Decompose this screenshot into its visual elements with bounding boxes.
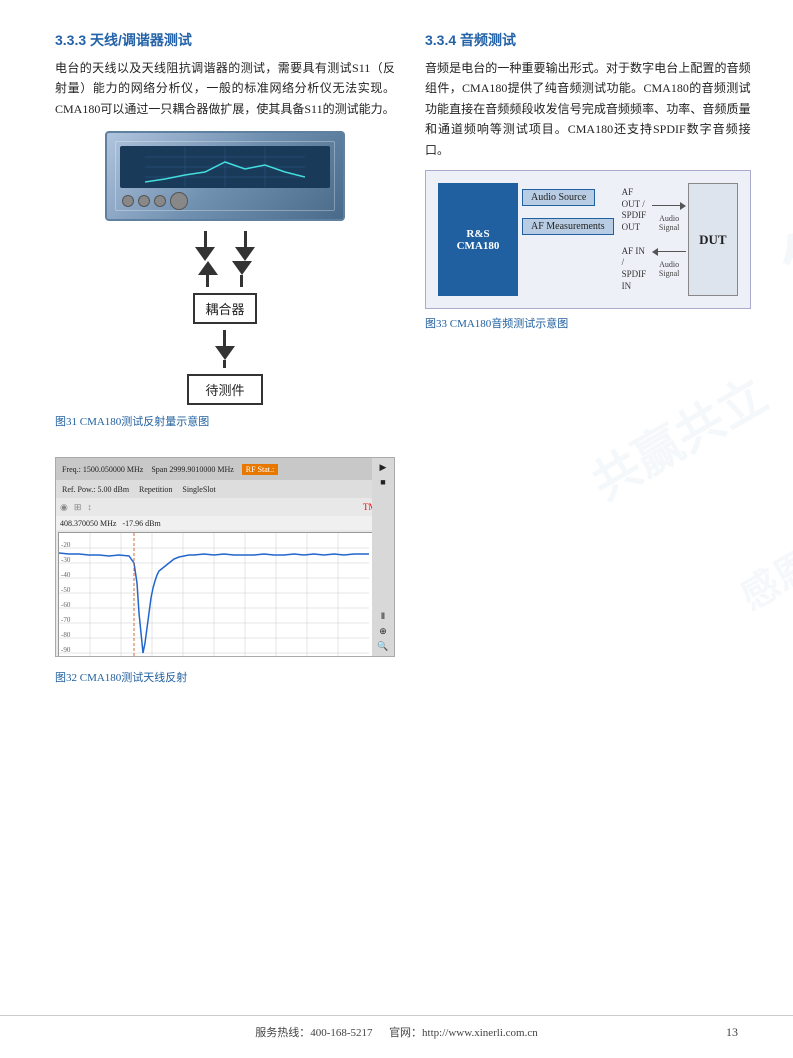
spectrum-analyzer-screenshot: Freq.: 1500.050000 MHz Span 2999.9010000… [55, 457, 395, 657]
dut-box: 待测件 [187, 374, 262, 405]
arrow-up-left [198, 261, 218, 275]
knob-4[interactable] [170, 192, 188, 210]
section-body-audio: 音频是电台的一种重要输出形式。对于数字电台上配置的音频组件，CMA180提供了纯… [425, 58, 751, 160]
arrow-head-down-2 [235, 247, 255, 261]
dut-label: 待测件 [205, 383, 244, 398]
coupler-box: 耦合器 [193, 293, 256, 324]
af-in-label: AF IN / SPDIF IN [622, 246, 647, 293]
freq-label: Freq.: 1500.050000 MHz [62, 465, 143, 474]
dut-right-box: DUT [688, 183, 737, 297]
svg-text:-40: -40 [61, 571, 71, 579]
spec-header: Freq.: 1500.050000 MHz Span 2999.9010000… [56, 458, 394, 480]
coupler-label: 耦合器 [205, 302, 244, 317]
page: 您 共赢共立 感恩 3.3.3 天线/调谐器测试 电台的天线以及天线阻抗调谐器的… [0, 0, 793, 1058]
audio-diagram: R&S CMA180 Audio Source AF Measurements [425, 170, 751, 310]
arrowhead-out [680, 202, 686, 210]
af-out-text: AF OUT / [622, 187, 647, 210]
spec-marker: 408.370050 MHz -17.96 dBm [56, 516, 394, 530]
coupler-to-dut-line [223, 330, 226, 346]
arrows-col: Audio Signal Audio Signal [650, 183, 688, 297]
screen-display [145, 147, 305, 187]
cma-box: R&S CMA180 [438, 183, 518, 297]
svg-text:-80: -80 [61, 631, 71, 639]
footer-service: 服务热线：400-168-5217 [255, 1027, 372, 1039]
spec-chart-body: -20 -30 -40 -50 -60 -70 -80 -90 -100 [58, 532, 392, 657]
marker-val: -17.96 dBm [122, 519, 160, 528]
page-number: 13 [726, 1025, 738, 1040]
knob-3[interactable] [154, 195, 166, 207]
tool-icon-5[interactable]: 🔍 [377, 641, 388, 652]
ref-pow: Ref. Pow.: 5.00 dBm [62, 485, 129, 494]
output-labels: AF OUT / SPDIF OUT AF IN / SPDIF IN [618, 183, 651, 297]
fig32-caption: 图32 CMA180测试天线反射 [55, 669, 395, 685]
repetition: Repetition [139, 485, 172, 494]
spdif-out-text: SPDIF OUT [622, 210, 647, 233]
arrow-line-in [658, 251, 686, 253]
watermark: 您 [760, 189, 793, 316]
instrument-image [105, 131, 345, 221]
spdif-in-text: SPDIF IN [622, 269, 647, 292]
footer: 服务热线：400-168-5217 官网：http://www.xinerli.… [0, 1015, 793, 1040]
arrow-in [652, 248, 686, 256]
audio-signal-top: Audio Signal [652, 214, 686, 232]
fig31-caption: 图31 CMA180测试反射量示意图 [55, 413, 395, 429]
arrow-head-down-1 [195, 247, 215, 261]
svg-text:-60: -60 [61, 601, 71, 609]
span-label: Span 2999.9010000 MHz [151, 465, 233, 474]
svg-text:-90: -90 [61, 646, 71, 654]
tool-icon-1[interactable]: ▶ [380, 462, 387, 473]
spec-right-toolbar: ▶ ■ Ⅱ ⊕ 🔍 [372, 458, 394, 656]
footer-website: 官网：http://www.xinerli.com.cn [389, 1027, 538, 1039]
dut-right-label: DUT [699, 232, 726, 248]
af-measurements-row: AF Measurements [522, 218, 614, 235]
arrow-line-down-1 [204, 231, 207, 247]
left-column: 3.3.3 天线/调谐器测试 电台的天线以及天线阻抗调谐器的测试，需要具有测试S… [55, 30, 395, 685]
arrow-line-out [652, 205, 680, 207]
svg-text:-50: -50 [61, 586, 71, 594]
spectrum-chart: -20 -30 -40 -50 -60 -70 -80 -90 -100 [59, 533, 391, 657]
spec-toolbar: ◉⊞↕ TM ✕ [56, 498, 394, 516]
tool-icon-2[interactable]: ■ [380, 477, 385, 487]
af-out-label: AF OUT / SPDIF OUT [622, 187, 647, 234]
section-body-antenna: 电台的天线以及天线阻抗调谐器的测试，需要具有测试S11（反射量）能力的网络分析仪… [55, 58, 395, 119]
rf-stat: RF Stat.: [242, 464, 278, 475]
section-title-audio: 3.3.4 音频测试 [425, 30, 751, 50]
svg-text:-30: -30 [61, 556, 71, 564]
af-measurements-block: AF Measurements [522, 218, 614, 235]
right-column: 3.3.4 音频测试 音频是电台的一种重要输出形式。对于数字电台上配置的音频组件… [425, 30, 751, 685]
svg-text:-70: -70 [61, 616, 71, 624]
tool-icon-4[interactable]: ⊕ [379, 626, 387, 637]
audio-source-block: Audio Source [522, 189, 595, 206]
single-slot: SingleSlot [182, 485, 215, 494]
spec-subheader: Ref. Pow.: 5.00 dBm Repetition SingleSlo… [56, 480, 394, 498]
audio-source-row: Audio Source [522, 189, 614, 206]
marker-freq: 408.370050 MHz [60, 519, 116, 528]
arrow-down-right [232, 261, 252, 275]
tool-icon-3[interactable]: Ⅱ [381, 611, 385, 622]
cma-label: R&S CMA180 [444, 228, 512, 252]
fig33-caption: 图33 CMA180音频测试示意图 [425, 315, 751, 331]
audio-middle-blocks: Audio Source AF Measurements [518, 183, 618, 297]
knob-2[interactable] [138, 195, 150, 207]
arrow-line-down-2 [244, 231, 247, 247]
arrow-out [652, 202, 686, 210]
coupler-to-dut-arrow [215, 346, 235, 360]
knob-1[interactable] [122, 195, 134, 207]
af-in-text: AF IN / [622, 246, 647, 269]
audio-signal-bottom: Audio Signal [652, 260, 686, 278]
svg-text:-20: -20 [61, 541, 71, 549]
section-title-antenna: 3.3.3 天线/调谐器测试 [55, 30, 395, 50]
